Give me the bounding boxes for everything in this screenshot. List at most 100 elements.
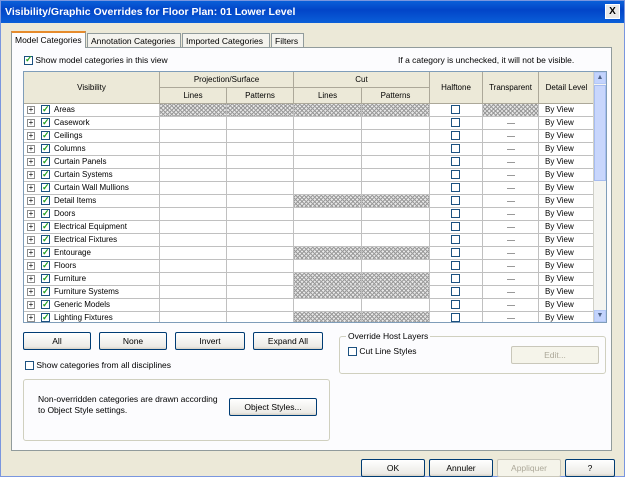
projection-lines-cell[interactable] — [160, 299, 227, 312]
table-row[interactable]: + Curtain Wall Mullions By View — [24, 182, 595, 195]
transparent-cell[interactable] — [483, 221, 539, 234]
category-visibility-checkbox[interactable] — [41, 130, 50, 141]
cut-patterns-cell[interactable] — [362, 208, 430, 221]
table-row[interactable]: + Furniture Systems By View — [24, 286, 595, 299]
show-all-disciplines-checkbox[interactable] — [25, 361, 34, 371]
cut-lines-cell[interactable] — [294, 130, 362, 143]
tab-annotation-categories[interactable]: Annotation Categories — [87, 33, 181, 47]
transparent-cell[interactable] — [483, 169, 539, 182]
transparent-cell[interactable] — [483, 260, 539, 273]
table-row[interactable]: + Doors By View — [24, 208, 595, 221]
table-row[interactable]: + Curtain Panels By View — [24, 156, 595, 169]
projection-patterns-cell[interactable] — [227, 260, 294, 273]
cut-lines-cell[interactable] — [294, 156, 362, 169]
cut-line-styles-row[interactable]: Cut Line Styles — [348, 346, 417, 357]
cut-patterns-cell[interactable] — [362, 221, 430, 234]
table-row[interactable]: + Floors By View — [24, 260, 595, 273]
cut-lines-cell[interactable] — [294, 143, 362, 156]
detail-level-cell[interactable]: By View — [539, 169, 595, 182]
transparent-cell[interactable] — [483, 234, 539, 247]
all-button[interactable]: All — [23, 332, 91, 350]
projection-lines-cell[interactable] — [160, 130, 227, 143]
transparent-cell[interactable] — [483, 286, 539, 299]
projection-lines-cell[interactable] — [160, 221, 227, 234]
expand-icon[interactable]: + — [27, 236, 35, 244]
cut-patterns-cell[interactable] — [362, 273, 430, 286]
expand-icon[interactable]: + — [27, 275, 35, 283]
cut-patterns-cell[interactable] — [362, 286, 430, 299]
table-row[interactable]: + Ceilings By View — [24, 130, 595, 143]
header-halftone[interactable]: Halftone — [430, 72, 483, 104]
projection-patterns-cell[interactable] — [227, 286, 294, 299]
category-visibility-checkbox[interactable] — [41, 208, 50, 219]
halftone-checkbox[interactable] — [451, 274, 460, 283]
scroll-down-icon[interactable]: ▼ — [594, 310, 606, 322]
projection-lines-cell[interactable] — [160, 286, 227, 299]
halftone-checkbox[interactable] — [451, 105, 460, 114]
cut-patterns-cell[interactable] — [362, 260, 430, 273]
projection-lines-cell[interactable] — [160, 169, 227, 182]
object-styles-button[interactable]: Object Styles... — [229, 398, 317, 416]
category-visibility-checkbox[interactable] — [41, 234, 50, 245]
detail-level-cell[interactable]: By View — [539, 130, 595, 143]
projection-patterns-cell[interactable] — [227, 273, 294, 286]
cut-lines-cell[interactable] — [294, 260, 362, 273]
vertical-scrollbar[interactable]: ▲ ▼ — [593, 72, 606, 322]
cut-lines-cell[interactable] — [294, 195, 362, 208]
detail-level-cell[interactable]: By View — [539, 234, 595, 247]
expand-icon[interactable]: + — [27, 288, 35, 296]
detail-level-cell[interactable]: By View — [539, 286, 595, 299]
invert-button[interactable]: Invert — [175, 332, 245, 350]
cut-lines-cell[interactable] — [294, 273, 362, 286]
halftone-checkbox[interactable] — [451, 157, 460, 166]
expand-icon[interactable]: + — [27, 184, 35, 192]
apply-button[interactable]: Appliquer — [497, 459, 561, 477]
expand-icon[interactable]: + — [27, 314, 35, 322]
projection-lines-cell[interactable] — [160, 234, 227, 247]
halftone-checkbox[interactable] — [451, 313, 460, 322]
category-visibility-checkbox[interactable] — [41, 299, 50, 310]
expand-icon[interactable]: + — [27, 106, 35, 114]
projection-lines-cell[interactable] — [160, 312, 227, 322]
expand-icon[interactable]: + — [27, 119, 35, 127]
projection-patterns-cell[interactable] — [227, 143, 294, 156]
category-visibility-checkbox[interactable] — [41, 312, 50, 322]
detail-level-cell[interactable]: By View — [539, 221, 595, 234]
cut-lines-cell[interactable] — [294, 312, 362, 322]
cut-lines-cell[interactable] — [294, 208, 362, 221]
transparent-cell[interactable] — [483, 117, 539, 130]
transparent-cell[interactable] — [483, 143, 539, 156]
expand-all-button[interactable]: Expand All — [253, 332, 323, 350]
table-row[interactable]: + Entourage By View — [24, 247, 595, 260]
cut-lines-cell[interactable] — [294, 117, 362, 130]
projection-patterns-cell[interactable] — [227, 299, 294, 312]
projection-lines-cell[interactable] — [160, 104, 227, 117]
table-row[interactable]: + Curtain Systems By View — [24, 169, 595, 182]
tab-filters[interactable]: Filters — [271, 33, 304, 47]
expand-icon[interactable]: + — [27, 262, 35, 270]
cancel-button[interactable]: Annuler — [429, 459, 493, 477]
cut-patterns-cell[interactable] — [362, 169, 430, 182]
detail-level-cell[interactable]: By View — [539, 260, 595, 273]
cut-lines-cell[interactable] — [294, 104, 362, 117]
table-row[interactable]: + Electrical Equipment By View — [24, 221, 595, 234]
scroll-thumb[interactable] — [594, 85, 606, 181]
edit-button[interactable]: Edit... — [511, 346, 599, 364]
halftone-checkbox[interactable] — [451, 170, 460, 179]
detail-level-cell[interactable]: By View — [539, 299, 595, 312]
ok-button[interactable]: OK — [361, 459, 425, 477]
projection-lines-cell[interactable] — [160, 117, 227, 130]
transparent-cell[interactable] — [483, 104, 539, 117]
detail-level-cell[interactable]: By View — [539, 104, 595, 117]
category-visibility-checkbox[interactable] — [41, 156, 50, 167]
projection-patterns-cell[interactable] — [227, 169, 294, 182]
category-visibility-checkbox[interactable] — [41, 286, 50, 297]
header-visibility[interactable]: Visibility — [24, 72, 160, 104]
expand-icon[interactable]: + — [27, 171, 35, 179]
header-transparent[interactable]: Transparent — [483, 72, 539, 104]
scroll-up-icon[interactable]: ▲ — [594, 72, 606, 84]
projection-patterns-cell[interactable] — [227, 156, 294, 169]
cut-patterns-cell[interactable] — [362, 143, 430, 156]
detail-level-cell[interactable]: By View — [539, 273, 595, 286]
table-row[interactable]: + Columns By View — [24, 143, 595, 156]
